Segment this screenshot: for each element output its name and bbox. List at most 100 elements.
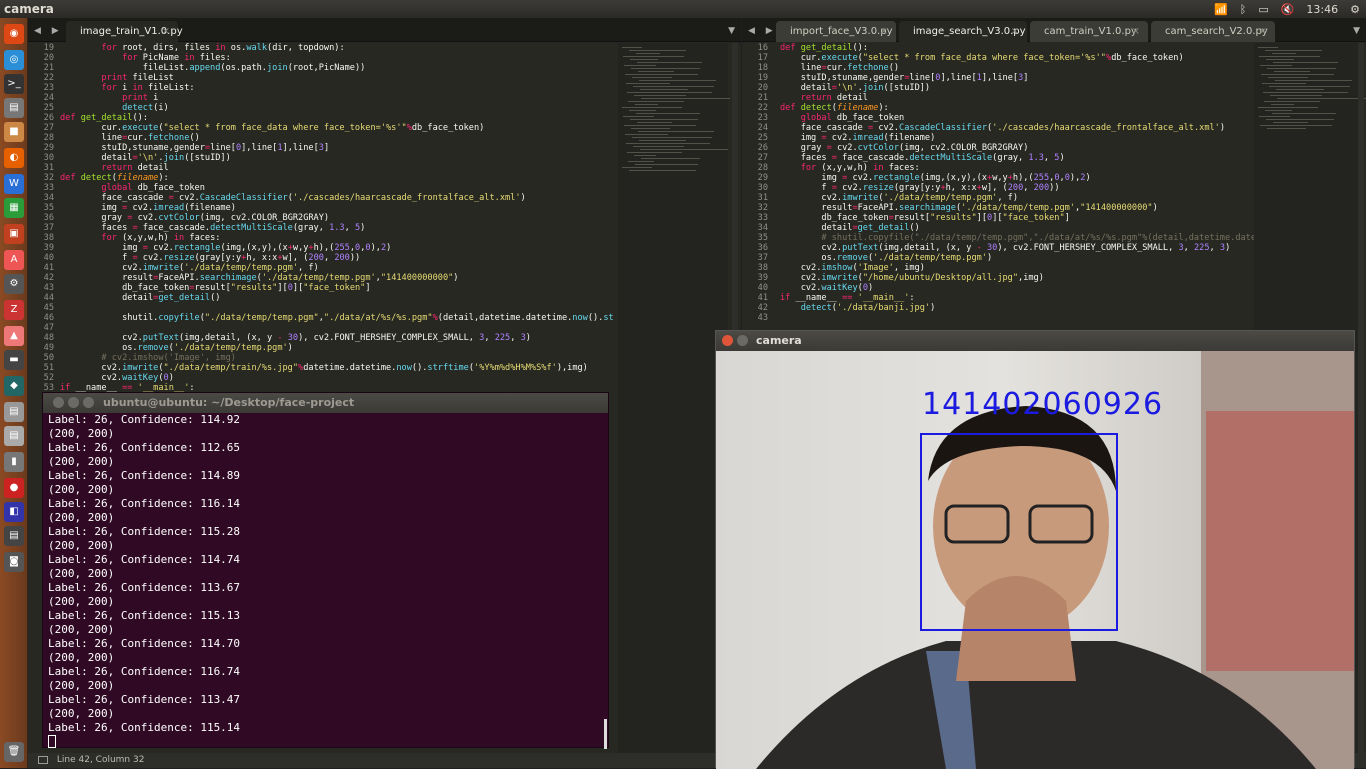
camera-app-icon[interactable]: ◙ (4, 552, 24, 572)
maximize-icon[interactable] (83, 397, 94, 408)
app-icon-19[interactable]: ◧ (4, 502, 24, 522)
minimap-line (625, 134, 668, 135)
tab-import-face[interactable]: import_face_V3.0.py × (776, 21, 896, 42)
minimap-line (623, 56, 684, 57)
close-icon[interactable] (53, 397, 64, 408)
terminal-line: Label: 26, Confidence: 113.67 (48, 581, 241, 594)
camera-titlebar[interactable]: camera (716, 331, 1354, 351)
terminal-line: (200, 200) (48, 427, 115, 440)
system-tray: 📶 ᛒ ▭ 🔇 13:46 ⚙ (1214, 0, 1366, 18)
tab-image-train[interactable]: image_train_V1.0.py × (66, 21, 183, 42)
minimap-line (631, 68, 700, 69)
app-icon-4[interactable]: ■ (4, 122, 24, 142)
wifi-icon[interactable]: 📶 (1214, 3, 1228, 16)
filezilla-icon[interactable]: Z (4, 300, 24, 320)
close-icon[interactable]: × (1259, 21, 1267, 42)
tab-dropdown-icon[interactable]: ▼ (1353, 21, 1360, 42)
active-window-title: camera (4, 2, 54, 16)
app-icon-14[interactable]: ◆ (4, 376, 24, 396)
minimap-line (640, 149, 728, 150)
terminal-line: (200, 200) (48, 567, 115, 580)
code-area[interactable]: def get_detail(): cur.execute("select * … (780, 43, 1256, 313)
minimap-line (629, 170, 696, 171)
software-center-icon[interactable]: A (4, 250, 24, 270)
terminal-line: (200, 200) (48, 483, 115, 496)
battery-icon[interactable]: ▭ (1258, 3, 1268, 16)
minimap-line (1260, 65, 1292, 66)
terminal-window[interactable]: ubuntu@ubuntu: ~/Desktop/face-project La… (42, 392, 609, 749)
terminal-line: Label: 26, Confidence: 114.89 (48, 469, 241, 482)
minimap-line (632, 137, 712, 138)
clock[interactable]: 13:46 (1306, 3, 1338, 16)
launcher: ◉ ◎ >_ ▤ ■ ◐ W ▦ ▣ A ⚙ Z ▲ ▬ ◆ ▤ ▤ ▮ ● ◧… (0, 18, 28, 768)
app-icon-13[interactable]: ▬ (4, 350, 24, 370)
left-minimap[interactable] (618, 43, 730, 753)
cursor-position: Line 42, Column 32 (56, 755, 145, 765)
settings-icon[interactable]: ⚙ (4, 274, 24, 294)
line-numbers: 19 20 21 22 23 24 25 26 27 28 29 30 31 3… (43, 43, 54, 413)
dash-icon[interactable]: ◉ (4, 24, 24, 44)
minimap-line (1265, 110, 1292, 111)
minimap-line (1258, 107, 1318, 108)
face-id-label: 141402060926 (922, 387, 1164, 422)
app-icon-17[interactable]: ▮ (4, 452, 24, 472)
panel-toggle-icon[interactable] (38, 755, 48, 764)
tab-nav-arrows[interactable]: ◀ ▶ (34, 21, 63, 42)
minimize-icon[interactable] (68, 397, 79, 408)
writer-icon[interactable]: W (4, 174, 24, 194)
minimap-line (624, 125, 696, 126)
terminal-line: (200, 200) (48, 511, 115, 524)
app-icon-18[interactable]: ● (4, 478, 24, 498)
terminal-line: (200, 200) (48, 707, 115, 720)
camera-window[interactable]: camera 141402060926 (715, 330, 1355, 769)
right-scrollbar[interactable] (1358, 43, 1364, 753)
calc-icon[interactable]: ▦ (4, 198, 24, 218)
minimap-line (641, 98, 730, 99)
minimap-line (630, 59, 658, 60)
terminal-icon[interactable]: >_ (4, 74, 24, 94)
minimap-line (635, 164, 698, 165)
app-icon-15[interactable]: ▤ (4, 402, 24, 422)
terminal-line: (200, 200) (48, 651, 115, 664)
minimize-icon[interactable] (737, 335, 748, 346)
minimap-line (636, 113, 700, 114)
close-icon[interactable]: × (880, 21, 888, 42)
terminal-titlebar[interactable]: ubuntu@ubuntu: ~/Desktop/face-project (43, 393, 608, 413)
app-icon-16[interactable]: ▤ (4, 426, 24, 446)
app-icon-20[interactable]: ▤ (4, 526, 24, 546)
minimap-line (1259, 56, 1320, 57)
files-icon[interactable]: ▤ (4, 98, 24, 118)
line-numbers: 16 17 18 19 20 21 22 23 24 25 26 27 28 2… (757, 43, 768, 323)
tab-nav-arrows[interactable]: ◀ ▶ (748, 21, 777, 42)
minimap-line (1259, 116, 1290, 117)
minimap-line (1265, 50, 1322, 51)
minimap-line (641, 158, 700, 159)
camera-feed: 141402060926 (716, 351, 1354, 769)
close-icon[interactable]: × (162, 21, 170, 42)
tab-image-search[interactable]: image_search_V3.0.py × (899, 21, 1027, 42)
tab-dropdown-icon[interactable]: ▼ (728, 21, 735, 42)
close-icon[interactable] (722, 335, 733, 346)
bluetooth-icon[interactable]: ᛒ (1240, 3, 1247, 16)
tab-cam-search[interactable]: cam_search_V2.0.py × (1151, 21, 1275, 42)
gear-icon[interactable]: ⚙ (1350, 3, 1360, 16)
terminal-output: Label: 26, Confidence: 114.92 (200, 200) L… (48, 413, 240, 735)
chrome-icon[interactable]: ◎ (4, 50, 24, 70)
minimap-line (639, 140, 686, 141)
face-detection-box (920, 433, 1118, 631)
terminal-scrollbar[interactable] (604, 719, 607, 749)
minimap-line (629, 50, 686, 51)
close-icon[interactable]: × (1011, 21, 1019, 42)
app-icon-12[interactable]: ▲ (4, 326, 24, 346)
close-icon[interactable]: × (1132, 21, 1140, 42)
volume-icon[interactable]: 🔇 (1281, 3, 1295, 16)
minimap-line (626, 83, 670, 84)
terminal-cursor (48, 735, 56, 748)
firefox-icon[interactable]: ◐ (4, 148, 24, 168)
impress-icon[interactable]: ▣ (4, 224, 24, 244)
trash-icon[interactable]: 🗑 (4, 742, 24, 762)
minimap-line (638, 131, 714, 132)
tab-cam-train[interactable]: cam_train_V1.0.py × (1030, 21, 1148, 42)
minimap-line (639, 80, 716, 81)
code-area[interactable]: for root, dirs, files in os.walk(dir, to… (60, 43, 615, 393)
